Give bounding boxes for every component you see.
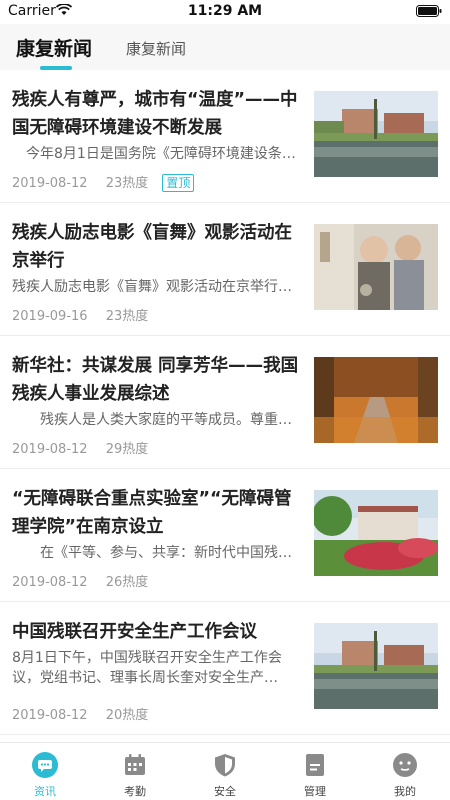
article-thumbnail [314, 357, 438, 443]
tabbar-item-news[interactable]: 资讯 [0, 751, 90, 799]
tab-rehab-news[interactable]: 康复新闻 [126, 38, 186, 59]
list-item[interactable]: 残疾人励志电影《盲舞》观影活动在京举行 残疾人励志电影《盲舞》观影活动在京举行…… [0, 203, 450, 336]
article-title: “无障碍联合重点实验室”“无障碍管理学院”在南京设立 [12, 489, 292, 537]
article-date: 2019-08-12 [12, 575, 88, 590]
tab-rehab-news-active[interactable]: 康复新闻 [16, 34, 92, 61]
pinned-badge: 置顶 [162, 174, 195, 192]
shield-icon [215, 754, 235, 777]
news-chat-icon [32, 752, 58, 778]
battery-icon [416, 5, 442, 17]
status-bar: Carrier 11:29 AM [0, 0, 450, 24]
article-title: 残疾人励志电影《盲舞》观影活动在京举行 [12, 223, 292, 271]
article-summary: 残疾人是人类大家庭的平等成员。尊重… [12, 412, 292, 428]
article-thumbnail [314, 623, 438, 709]
article-meta: 2019-08-12 23热度 置顶 [12, 172, 195, 192]
document-icon [306, 754, 324, 776]
article-heat: 20热度 [105, 708, 149, 723]
article-title: 残疾人有尊严，城市有“温度”——中国无障碍环境建设不断发展 [12, 90, 298, 138]
article-meta: 2019-08-12 26热度 [12, 571, 148, 590]
tabbar-label: 安全 [214, 785, 236, 798]
top-tab-bar: 康复新闻 康复新闻 [0, 24, 450, 70]
article-title: 新华社：共谋发展 同享芳华——我国残疾人事业发展综述 [12, 356, 299, 404]
tabbar-item-safety[interactable]: 安全 [180, 751, 270, 799]
article-heat: 23热度 [105, 309, 149, 324]
tabbar-item-attendance[interactable]: 考勤 [90, 751, 180, 799]
tabbar-label: 我的 [394, 785, 416, 798]
list-item[interactable]: 新华社：共谋发展 同享芳华——我国残疾人事业发展综述 残疾人是人类大家庭的平等成… [0, 336, 450, 469]
article-date: 2019-08-12 [12, 176, 88, 191]
profile-face-icon [393, 753, 417, 777]
article-thumbnail [314, 224, 438, 310]
list-item[interactable]: 残疾人有尊严，城市有“温度”——中国无障碍环境建设不断发展 今年8月1日是国务院… [0, 70, 450, 203]
list-item[interactable]: 中国残联召开安全生产工作会议 8月1日下午，中国残联召开安全生产工作会议，党组书… [0, 602, 450, 735]
article-heat: 23热度 [105, 176, 149, 191]
article-meta: 2019-09-16 23热度 [12, 305, 148, 324]
article-summary: 在《平等、参与、共享：新时代中国残疾… [12, 545, 302, 561]
article-title: 中国残联召开安全生产工作会议 [12, 622, 257, 642]
article-summary: 8月1日下午，中国残联召开安全生产工作会议，党组书记、理事长周长奎对安全生产… [12, 650, 282, 686]
calendar-icon [125, 754, 145, 775]
tabbar-item-profile[interactable]: 我的 [360, 751, 450, 799]
article-meta: 2019-08-12 29热度 [12, 438, 148, 457]
article-thumbnail [314, 490, 438, 576]
article-thumbnail [314, 91, 438, 177]
article-summary: 今年8月1日是国务院《无障碍环境建设条例》… [12, 146, 302, 162]
tabbar-item-management[interactable]: 管理 [270, 751, 360, 799]
article-meta: 2019-08-12 20热度 [12, 704, 148, 723]
article-date: 2019-09-16 [12, 309, 88, 324]
article-heat: 29热度 [105, 442, 149, 457]
bottom-tab-bar: 资讯 考勤 安全 管理 我的 [0, 742, 450, 800]
article-date: 2019-08-12 [12, 442, 88, 457]
clock: 11:29 AM [187, 3, 263, 19]
article-heat: 26热度 [105, 575, 149, 590]
list-item[interactable]: “无障碍联合重点实验室”“无障碍管理学院”在南京设立 在《平等、参与、共享：新时… [0, 469, 450, 602]
tabbar-label: 考勤 [124, 785, 146, 798]
article-date: 2019-08-12 [12, 708, 88, 723]
tabbar-label: 资讯 [34, 785, 56, 798]
tabbar-label: 管理 [304, 785, 326, 798]
article-summary: 残疾人励志电影《盲舞》观影活动在京举行… [12, 279, 292, 295]
